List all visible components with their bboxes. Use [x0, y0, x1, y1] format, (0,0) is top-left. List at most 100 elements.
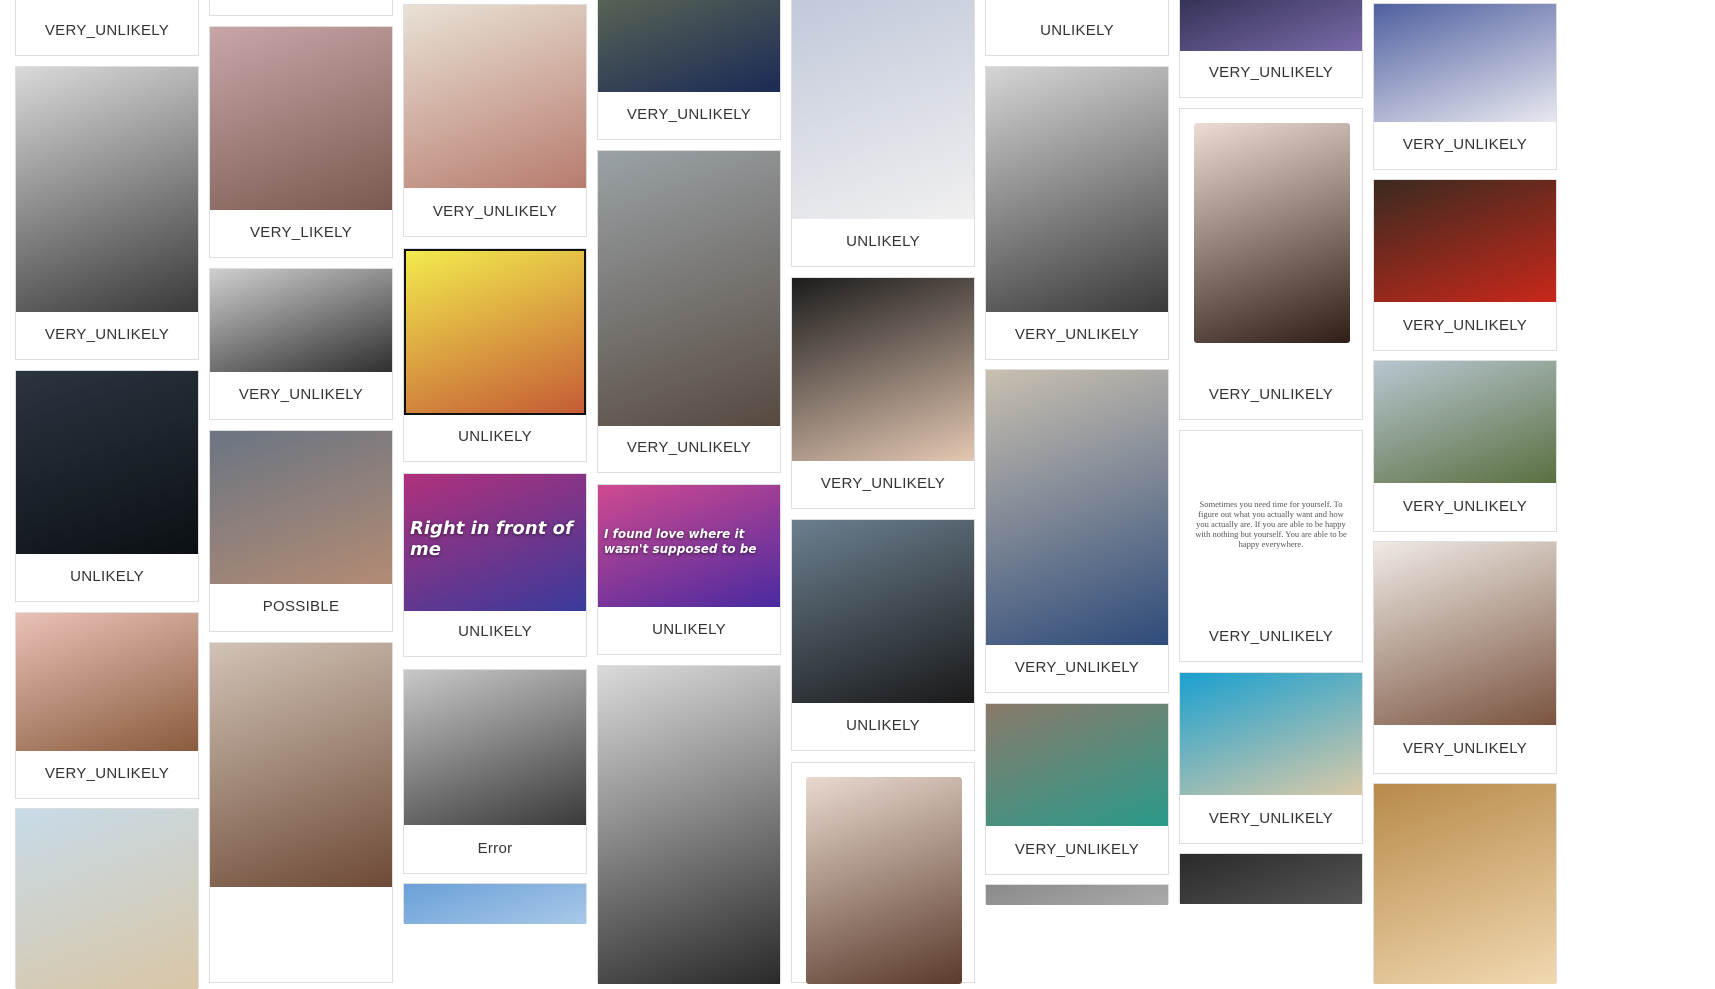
- image-thumbnail[interactable]: [598, 666, 780, 984]
- likelihood-label: VERY_UNLIKELY: [1208, 810, 1334, 827]
- image-card[interactable]: Right in front of me UNLIKELY: [403, 473, 587, 657]
- image-card[interactable]: VERY_UNLIKELY: [791, 277, 975, 509]
- likelihood-label: VERY_UNLIKELY: [1014, 659, 1140, 676]
- image-thumbnail[interactable]: [1194, 123, 1350, 343]
- image-thumbnail[interactable]: [792, 278, 974, 461]
- image-thumbnail[interactable]: [16, 67, 198, 312]
- image-card[interactable]: VERY_UNLIKELY: [403, 4, 587, 237]
- likelihood-label: VERY_UNLIKELY: [44, 765, 170, 782]
- image-card[interactable]: VERY_UNLIKELY: [597, 0, 781, 140]
- likelihood-label: UNLIKELY: [1040, 22, 1114, 39]
- image-card[interactable]: VERY_UNLIKELY: [1373, 360, 1557, 532]
- image-thumbnail[interactable]: [1374, 361, 1556, 483]
- image-card[interactable]: [1179, 853, 1363, 904]
- image-thumbnail[interactable]: [210, 431, 392, 584]
- likelihood-label: VERY_UNLIKELY: [432, 203, 558, 220]
- image-card[interactable]: VERY_UNLIKELY: [1179, 0, 1363, 98]
- image-card[interactable]: VERY_UNLIKELY: [1373, 179, 1557, 351]
- likelihood-label: POSSIBLE: [262, 598, 340, 615]
- image-card[interactable]: [985, 884, 1169, 905]
- image-thumbnail[interactable]: [404, 5, 586, 188]
- image-card[interactable]: VERY_UNLIKELY: [1179, 672, 1363, 844]
- image-thumbnail[interactable]: [986, 67, 1168, 312]
- image-thumbnail[interactable]: [598, 0, 780, 92]
- image-card[interactable]: VERY_UNLIKELY: [209, 268, 393, 420]
- likelihood-label: VERY_UNLIKELY: [1208, 386, 1334, 403]
- image-thumbnail[interactable]: [1180, 673, 1362, 795]
- image-thumbnail[interactable]: [404, 884, 586, 924]
- likelihood-label: VERY_UNLIKELY: [1402, 740, 1528, 757]
- image-thumbnail[interactable]: [1374, 4, 1556, 122]
- image-thumbnail[interactable]: [210, 269, 392, 372]
- image-card[interactable]: VERY_UNLIKELY: [597, 150, 781, 473]
- image-card[interactable]: UNLIKELY: [791, 0, 975, 267]
- image-thumbnail[interactable]: [1374, 180, 1556, 302]
- likelihood-label: VERY_UNLIKELY: [1208, 628, 1334, 645]
- image-card[interactable]: [403, 883, 587, 924]
- likelihood-label: VERY_UNLIKELY: [1402, 317, 1528, 334]
- likelihood-label: VERY_UNLIKELY: [44, 22, 170, 39]
- image-card[interactable]: [209, 642, 393, 983]
- image-thumbnail[interactable]: [986, 704, 1168, 826]
- image-thumbnail[interactable]: [986, 885, 1168, 905]
- image-card[interactable]: VERY_UNLIKELY: [15, 66, 199, 360]
- image-card[interactable]: [1373, 783, 1557, 984]
- likelihood-label: UNLIKELY: [70, 568, 144, 585]
- image-card[interactable]: POSSIBLE: [209, 430, 393, 632]
- image-card[interactable]: UNLIKELY: [985, 0, 1169, 56]
- image-thumbnail[interactable]: [1180, 0, 1362, 51]
- image-card[interactable]: VERY_UNLIKELY: [985, 66, 1169, 360]
- likelihood-label: Error: [477, 840, 513, 857]
- image-card[interactable]: VERY_UNLIKELY: [985, 703, 1169, 875]
- likelihood-label: UNLIKELY: [846, 717, 920, 734]
- image-card[interactable]: © Tracy Thompson PhotographyVERY_UNLIKEL…: [1179, 108, 1363, 474]
- image-thumbnail[interactable]: [792, 520, 974, 703]
- image-card[interactable]: Sometimes you need time for yourself. To…: [1179, 430, 1363, 662]
- image-card[interactable]: VERY_UNLIKELY: [1373, 3, 1557, 170]
- image-card[interactable]: [209, 0, 393, 16]
- image-thumbnail[interactable]: Sometimes you need time for yourself. To…: [1180, 431, 1362, 614]
- image-thumbnail[interactable]: [404, 670, 586, 825]
- image-thumbnail[interactable]: [16, 371, 198, 554]
- image-card[interactable]: I found love where it wasn't supposed to…: [597, 484, 781, 655]
- image-thumbnail[interactable]: [16, 809, 198, 989]
- image-overlay-text: Right in front of me: [410, 518, 573, 560]
- likelihood-label: VERY_UNLIKELY: [1402, 136, 1528, 153]
- likelihood-label: VERY_UNLIKELY: [238, 386, 364, 403]
- image-card[interactable]: VERY_UNLIKELY: [15, 612, 199, 799]
- likelihood-label: VERY_LIKELY: [250, 224, 352, 241]
- image-card[interactable]: VERY_UNLIKELY: [1373, 541, 1557, 774]
- likelihood-label: VERY_UNLIKELY: [1402, 498, 1528, 515]
- likelihood-label: UNLIKELY: [458, 623, 532, 640]
- image-card[interactable]: VERY_LIKELY: [209, 26, 393, 258]
- image-thumbnail[interactable]: [792, 0, 974, 219]
- image-card[interactable]: UNLIKELY: [403, 248, 587, 462]
- likelihood-label: VERY_UNLIKELY: [626, 439, 752, 456]
- image-card[interactable]: [15, 808, 199, 989]
- image-thumbnail[interactable]: [598, 151, 780, 426]
- image-thumbnail[interactable]: I found love where it wasn't supposed to…: [598, 485, 780, 607]
- image-thumbnail[interactable]: [1180, 854, 1362, 904]
- image-thumbnail[interactable]: [210, 27, 392, 210]
- image-thumbnail[interactable]: [986, 370, 1168, 645]
- likelihood-label: UNLIKELY: [652, 621, 726, 638]
- image-card[interactable]: VERY_UNLIKELY: [15, 0, 199, 56]
- image-card[interactable]: VERY_UNLIKELY: [985, 369, 1169, 693]
- likelihood-label: VERY_UNLIKELY: [626, 106, 752, 123]
- image-thumbnail[interactable]: [1374, 784, 1556, 984]
- likelihood-label: VERY_UNLIKELY: [1014, 841, 1140, 858]
- image-thumbnail[interactable]: [404, 249, 586, 415]
- image-overlay-text: I found love where it wasn't supposed to…: [604, 527, 757, 556]
- image-thumbnail[interactable]: [1374, 542, 1556, 725]
- image-card[interactable]: [597, 665, 781, 984]
- likelihood-label: VERY_UNLIKELY: [1208, 64, 1334, 81]
- image-card[interactable]: UNLIKELY: [791, 519, 975, 751]
- image-thumbnail[interactable]: [806, 777, 962, 984]
- quote-text: Sometimes you need time for yourself. To…: [1195, 499, 1347, 549]
- image-card[interactable]: [791, 762, 975, 984]
- image-card[interactable]: UNLIKELY: [15, 370, 199, 602]
- image-thumbnail[interactable]: [16, 613, 198, 751]
- image-card[interactable]: Error: [403, 669, 587, 874]
- image-thumbnail[interactable]: Right in front of me: [404, 474, 586, 611]
- image-thumbnail[interactable]: [210, 643, 392, 887]
